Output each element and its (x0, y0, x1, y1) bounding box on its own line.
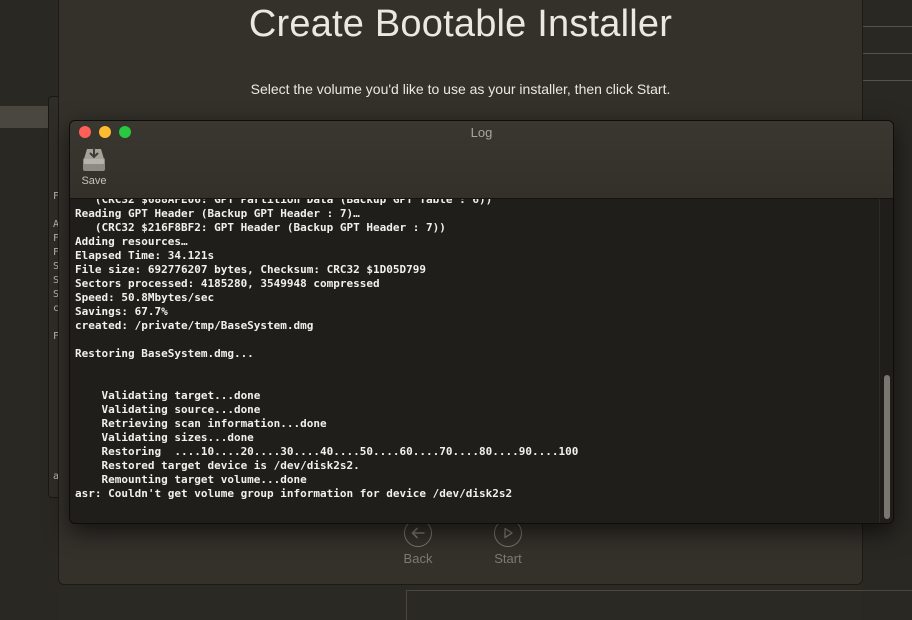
log-line: created: /private/tmp/BaseSystem.dmg (75, 319, 314, 332)
scrollbar-thumb[interactable] (884, 375, 890, 519)
start-button[interactable]: Start (478, 519, 538, 566)
log-line: asr: Couldn't get volume group informati… (75, 487, 513, 500)
log-line: File size: 692776207 bytes, Checksum: CR… (75, 263, 426, 276)
log-line: Validating sizes...done (101, 431, 254, 444)
save-icon (83, 147, 105, 171)
background-divider (406, 590, 912, 591)
save-toolbar-button[interactable]: Save (79, 145, 109, 187)
log-line: Restoring BaseSystem.dmg... (75, 347, 254, 360)
log-line: Validating source...done (101, 403, 261, 416)
log-line: Validating target...done (101, 389, 261, 402)
page-subtitle: Select the volume you'd like to use as y… (250, 81, 671, 97)
log-line: Restored target device is /dev/disk2s2. (101, 459, 360, 472)
background-selected-row (0, 106, 50, 128)
start-button-label: Start (494, 551, 522, 566)
log-line: Speed: 50.8Mbytes/sec (75, 291, 215, 304)
log-text-area[interactable]: (CRC32 $688AFE06: GPT Partition Data (Ba… (70, 199, 879, 523)
log-line: Retrieving scan information...done (101, 417, 327, 430)
log-line: (CRC32 $688AFE06: GPT Partition Data (Ba… (94, 199, 493, 206)
back-button[interactable]: Back (388, 519, 448, 566)
log-line: Savings: 67.7% (75, 305, 168, 318)
save-button-label: Save (81, 175, 107, 187)
log-window-title: Log (470, 125, 493, 140)
log-line: Elapsed Time: 34.121s (75, 249, 215, 262)
back-button-label: Back (403, 551, 433, 566)
log-output: (CRC32 $688AFE06: GPT Partition Data (Ba… (75, 199, 578, 501)
log-window: Log Save (CRC32 $688AFE06: GPT Partition… (69, 120, 894, 524)
log-line: Adding resources… (75, 235, 188, 248)
log-line: Reading GPT Header (Backup GPT Header : … (75, 207, 360, 220)
log-line: (CRC32 $216F8BF2: GPT Header (Backup GPT… (94, 221, 446, 234)
log-scrollbar[interactable] (879, 199, 893, 523)
log-line: Remounting target volume...done (101, 473, 307, 486)
page-title: Create Bootable Installer (248, 3, 673, 45)
background-divider-vertical (406, 590, 407, 620)
log-line: Restoring ....10....20....30....40....50… (101, 445, 579, 458)
log-titlebar: Log Save (70, 121, 893, 199)
background-right-rows (862, 0, 912, 81)
log-line: Sectors processed: 4185280, 3549948 comp… (75, 277, 380, 290)
